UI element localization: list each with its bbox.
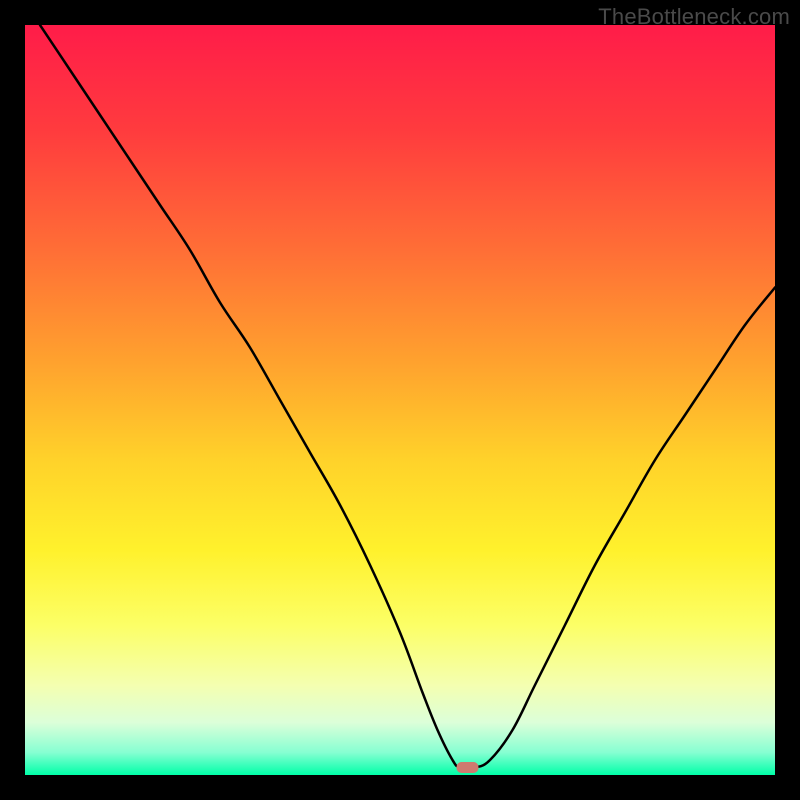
watermark-text: TheBottleneck.com (598, 4, 790, 30)
optimal-marker (457, 762, 479, 773)
plot-area (25, 25, 775, 775)
chart-svg (25, 25, 775, 775)
chart-background (25, 25, 775, 775)
chart-frame: TheBottleneck.com (0, 0, 800, 800)
